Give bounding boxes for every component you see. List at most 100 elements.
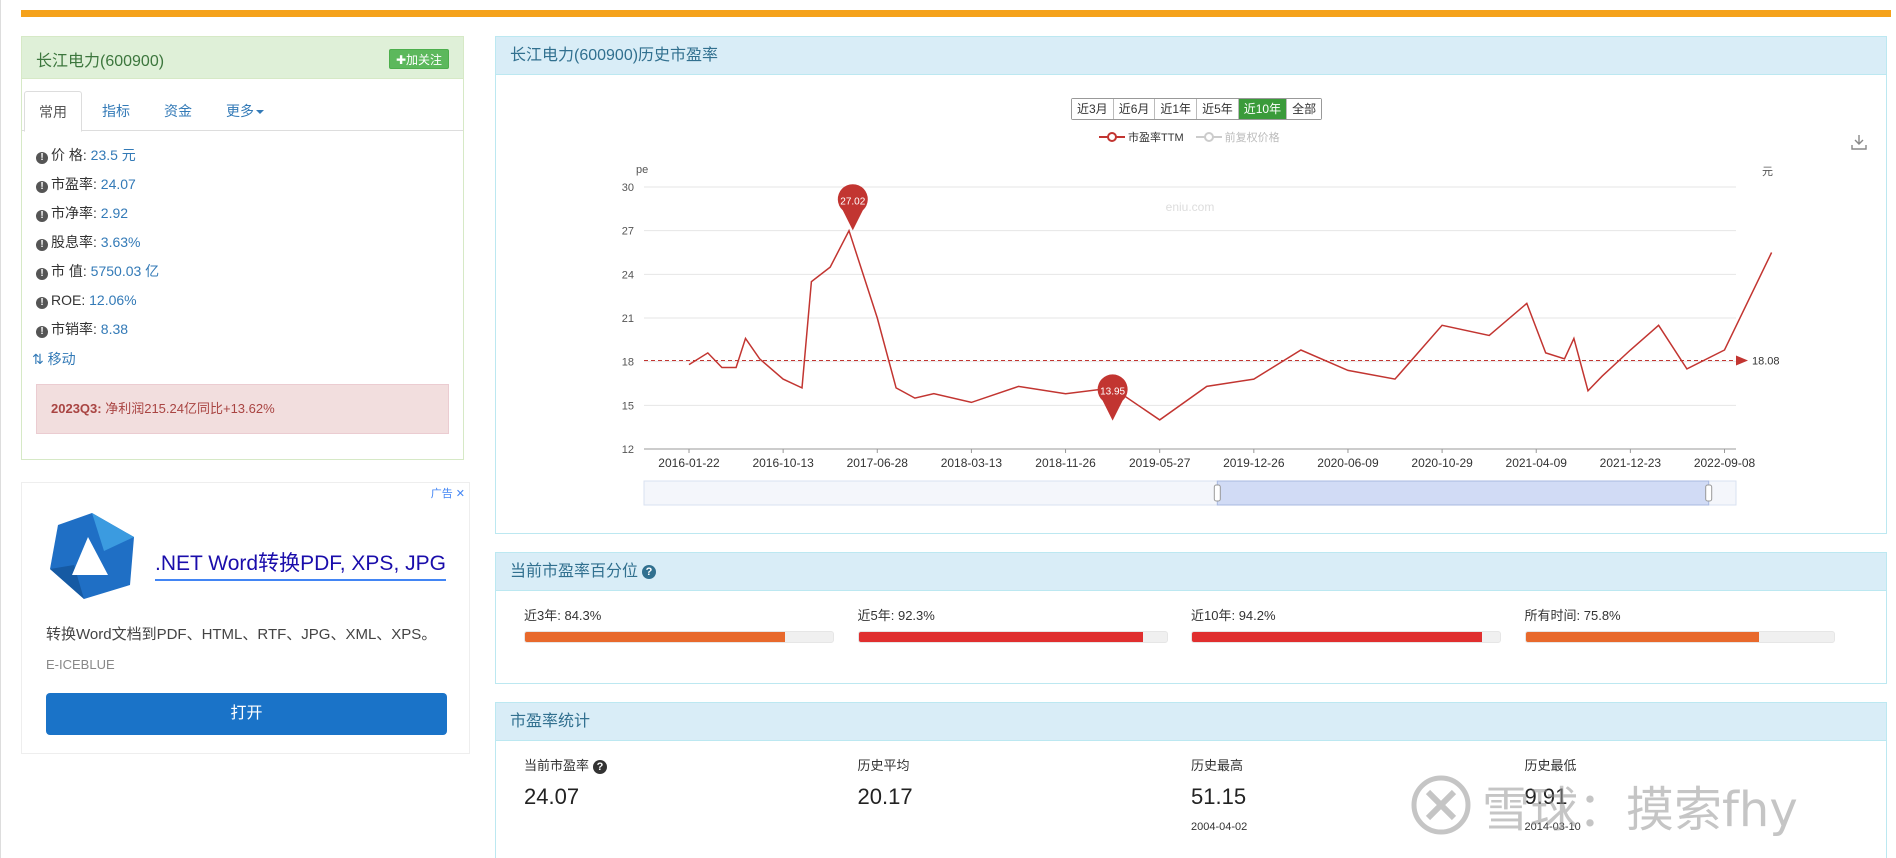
percentile-bar: [857, 631, 1168, 643]
tab-more-label: 更多: [226, 103, 254, 119]
y-axis-label-left: pe: [636, 164, 648, 176]
reference-arrow: [1736, 355, 1748, 366]
metric-value[interactable]: 2.92: [101, 205, 128, 221]
x-tick-label: 2016-01-22: [658, 456, 720, 470]
y-axis-label-right: 元: [1762, 166, 1773, 178]
metric-label: 股息率:: [51, 234, 97, 250]
watermark-text: 雪球：摸索fhy: [1482, 782, 1798, 838]
y-tick-label: 30: [622, 182, 634, 194]
pct-value: 94.2%: [1238, 608, 1276, 623]
ad-title-link[interactable]: .NET Word转换PDF, XPS, JPG: [155, 547, 446, 581]
left-edge-divider: [0, 0, 1, 858]
top-accent-bar: [21, 10, 1891, 17]
metric-label: ROE:: [51, 292, 86, 308]
x-tick-label: 2019-05-27: [1129, 456, 1191, 470]
info-tabs: 常用 指标 资金 更多: [22, 91, 463, 132]
percentile-label: 近10年: 94.2%: [1191, 605, 1525, 627]
y-tick-label: 18: [622, 357, 634, 369]
percentile-bar-fill: [858, 632, 1143, 642]
info-icon: !: [36, 239, 48, 251]
help-icon[interactable]: ?: [593, 759, 608, 774]
x-tick-label: 2020-10-29: [1411, 456, 1473, 470]
xueqiu-watermark: 雪球：摸索fhy: [1410, 770, 1798, 840]
chevron-down-icon: [256, 110, 264, 115]
pct-value: 92.3%: [897, 608, 935, 623]
metric-label: 市 值:: [51, 263, 87, 279]
y-tick-label: 15: [622, 400, 634, 412]
metric-value[interactable]: 8.38: [101, 321, 128, 337]
xueqiu-logo-icon: [1411, 775, 1471, 835]
y-tick-label: 27: [622, 226, 634, 238]
ad-tag[interactable]: 广告 ✕: [431, 485, 465, 501]
chart-watermark: eniu.com: [1166, 200, 1215, 214]
ad-card: 广告 ✕ .NET Word转换PDF, XPS, JPG 转换Word文档到P…: [21, 482, 470, 754]
stat-value: 20.17: [857, 784, 913, 809]
metric-label: 市盈率:: [51, 176, 97, 192]
percentile-panel: 当前市盈率百分位? 近3年: 84.3% 近5年: 92.3% 近10年: 94…: [495, 552, 1887, 684]
metric-dividend: ! 股息率: 3.63%: [36, 228, 449, 257]
x-tick-label: 2022-09-08: [1694, 456, 1756, 470]
stat-current-pe: 当前市盈率? 24.07: [524, 755, 858, 833]
stat-history-avg: 历史平均 20.17: [858, 755, 1192, 833]
x-tick-label: 2017-06-28: [847, 456, 909, 470]
metric-market-cap: ! 市 值: 5750.03 亿: [36, 257, 449, 286]
metric-price: ! 价 格: 23.5 元: [36, 141, 449, 170]
percentile-all: 所有时间: 75.8%: [1524, 605, 1859, 643]
x-tick-label: 2020-06-09: [1317, 456, 1379, 470]
percentile-label: 近5年: 92.3%: [858, 605, 1192, 627]
tab-funds[interactable]: 资金: [150, 91, 206, 131]
info-icon: !: [36, 268, 48, 280]
ad-open-button[interactable]: 打开: [46, 693, 447, 735]
percentile-title: 当前市盈率百分位: [510, 563, 639, 580]
percentile-bar-fill: [1192, 632, 1483, 642]
stat-value: 24.07: [524, 784, 580, 809]
percentile-3y: 近3年: 84.3%: [524, 605, 858, 643]
percentile-bar: [524, 631, 834, 643]
y-tick-label: 21: [622, 313, 634, 325]
tab-indicators[interactable]: 指标: [88, 91, 144, 131]
tab-common[interactable]: 常用: [24, 91, 82, 132]
pct-label: 近10年:: [1191, 608, 1236, 623]
info-icon: !: [36, 181, 48, 193]
info-icon: !: [36, 152, 48, 164]
y-tick-label: 12: [622, 444, 634, 456]
x-tick-label: 2019-12-26: [1223, 456, 1285, 470]
metric-pb: ! 市净率: 2.92: [36, 199, 449, 228]
metric-pe: ! 市盈率: 24.07: [36, 170, 449, 199]
metric-label: 价 格:: [51, 147, 87, 163]
metric-value[interactable]: 5750.03 亿: [91, 263, 160, 279]
x-tick-label: 2021-12-23: [1600, 456, 1662, 470]
ad-logo-icon[interactable]: [44, 507, 140, 603]
percentile-10y: 近10年: 94.2%: [1191, 605, 1525, 643]
quarter-profit-box: 2023Q3: 净利润215.24亿同比+13.62%: [36, 384, 449, 434]
stock-info-panel: 长江电力(600900) ✚加关注 常用 指标 资金 更多 ! 价 格: 23.5…: [21, 36, 464, 460]
percentile-5y: 近5年: 92.3%: [857, 605, 1192, 643]
stat-title: 历史平均: [857, 758, 910, 773]
percentile-row: 近3年: 84.3% 近5年: 92.3% 近10年: 94.2% 所有时间: …: [496, 605, 1886, 643]
pe-stats-title: 市盈率统计: [496, 703, 1886, 741]
quarter-text: 净利润215.24亿同比+13.62%: [105, 401, 275, 416]
close-icon[interactable]: ✕: [456, 488, 465, 500]
x-tick-label: 2018-03-13: [941, 456, 1003, 470]
percentile-label: 所有时间: 75.8%: [1525, 605, 1859, 627]
metric-value[interactable]: 24.07: [101, 176, 136, 192]
stock-info-header: 长江电力(600900) ✚加关注: [22, 37, 463, 79]
move-link[interactable]: ⇅ 移动: [22, 344, 463, 374]
metric-value[interactable]: 23.5 元: [91, 147, 136, 163]
zoom-handle-left: [1213, 484, 1221, 502]
metric-value[interactable]: 3.63%: [101, 234, 141, 250]
follow-button[interactable]: ✚加关注: [388, 49, 449, 69]
reference-line-label: 18.08: [1752, 356, 1780, 368]
history-pe-panel: 长江电力(600900)历史市盈率 近3月 近6月 近1年 近5年 近10年 全…: [495, 36, 1887, 534]
metric-roe: ! ROE: 12.06%: [36, 286, 449, 315]
pct-value: 75.8%: [1583, 608, 1621, 623]
ad-description: 转换Word文档到PDF、HTML、RTF、JPG、XML、XPS。: [46, 626, 437, 643]
metrics-list: ! 价 格: 23.5 元 ! 市盈率: 24.07 ! 市净率: 2.92 ! 股息率…: [22, 131, 463, 344]
stat-title: 当前市盈率?: [524, 755, 858, 779]
pe-series-line: [688, 228, 1773, 421]
stat-title-text: 当前市盈率: [524, 758, 590, 773]
help-icon[interactable]: ?: [642, 564, 657, 579]
metric-value[interactable]: 12.06%: [89, 292, 136, 308]
tab-more[interactable]: 更多: [212, 91, 278, 131]
y-tick-label: 24: [622, 269, 634, 281]
